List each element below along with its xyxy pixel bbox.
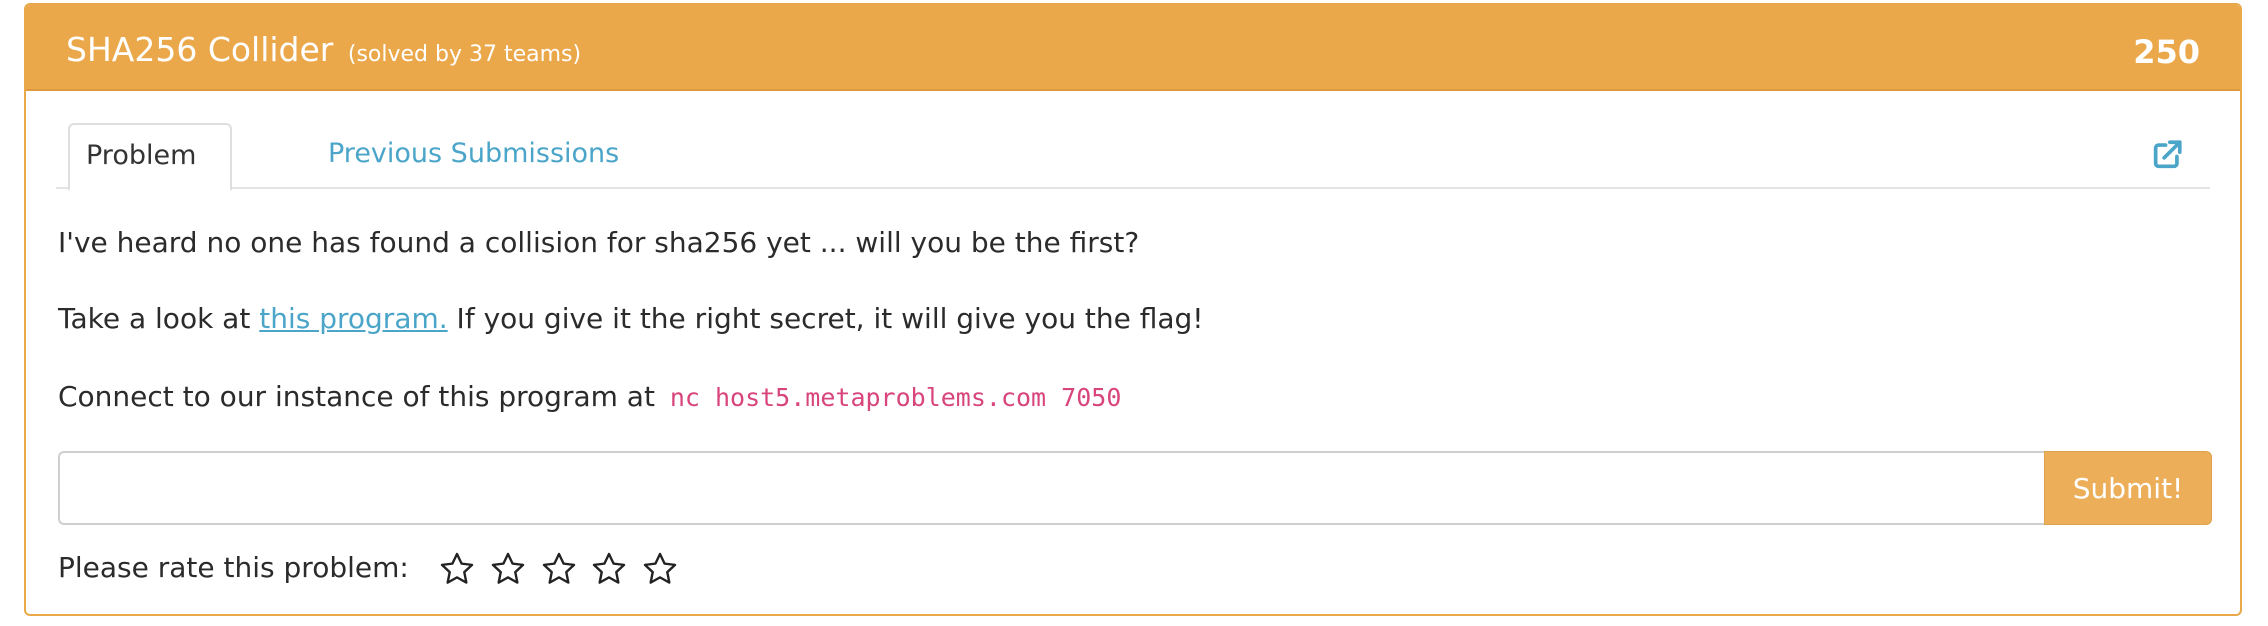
connection-command: nc host5.metaproblems.com 7050 [669, 383, 1122, 412]
description-line-2-after: If you give it the right secret, it will… [447, 302, 1204, 335]
program-download-link[interactable]: this program. [259, 302, 447, 335]
description-line-1: I've heard no one has found a collision … [58, 226, 1140, 259]
rating-stars [438, 546, 684, 590]
solved-count: (solved by 37 teams) [347, 42, 582, 67]
flag-input[interactable] [58, 451, 2044, 525]
problem-title-text: SHA256 Collider [66, 30, 334, 69]
problem-panel: SHA256 Collider (solved by 37 teams) 250… [24, 3, 2242, 616]
problem-header: SHA256 Collider (solved by 37 teams) 250 [26, 5, 2240, 91]
problem-title: SHA256 Collider (solved by 37 teams) [66, 30, 581, 75]
problem-tabs: Problem Previous Submissions [56, 123, 2210, 191]
external-link-icon[interactable] [2150, 138, 2184, 172]
star-5-icon[interactable] [641, 550, 679, 588]
description-line-3-before: Connect to our instance of this program … [58, 380, 664, 413]
rating-row: Please rate this problem: [58, 545, 683, 589]
tab-previous-submissions[interactable]: Previous Submissions [312, 123, 635, 189]
star-4-icon[interactable] [590, 550, 628, 588]
star-1-icon[interactable] [438, 550, 476, 588]
star-2-icon[interactable] [489, 550, 527, 588]
tab-problem[interactable]: Problem [68, 123, 232, 191]
problem-points: 250 [2133, 33, 2200, 71]
description-line-2: Take a look at this program. If you give… [58, 299, 1204, 339]
rating-label: Please rate this problem: [58, 551, 409, 584]
submit-button[interactable]: Submit! [2044, 451, 2212, 525]
star-3-icon[interactable] [540, 550, 578, 588]
description-line-2-before: Take a look at [58, 302, 260, 335]
description-line-3: Connect to our instance of this program … [58, 377, 1121, 418]
